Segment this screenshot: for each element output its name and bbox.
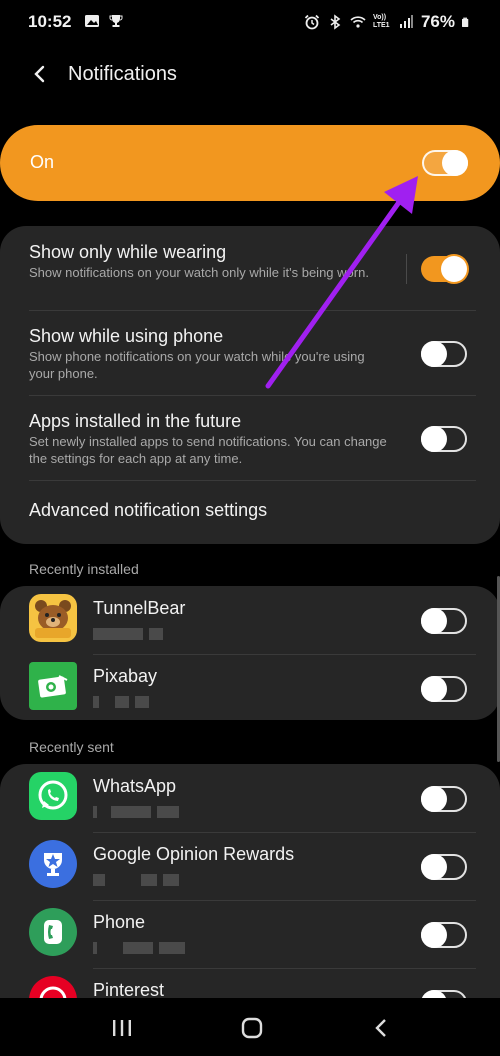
- nav-back-button[interactable]: [368, 1016, 396, 1040]
- redacted-subtext: [93, 942, 203, 956]
- toggle-knob: [421, 676, 447, 702]
- battery-percent: 76%: [420, 12, 455, 31]
- setting-advanced-notifications[interactable]: Advanced notification settings: [0, 481, 500, 544]
- toggle-knob: [421, 426, 447, 452]
- app-row-whatsapp[interactable]: WhatsApp: [0, 764, 500, 832]
- chevron-left-icon: [34, 65, 45, 83]
- status-bar: 10:52 Vo)) LTE1 76%: [0, 0, 500, 46]
- app-name: Pixabay: [93, 666, 158, 686]
- redacted-subtext: [93, 628, 203, 642]
- tunnelbear-icon: [29, 594, 77, 642]
- home-icon: [241, 1017, 263, 1039]
- recently-sent-card: WhatsApp Google Opinion Rewards Phone Pi…: [0, 764, 500, 1004]
- page-title: Notifications: [68, 63, 177, 85]
- recents-button[interactable]: [108, 1016, 136, 1040]
- pixabay-toggle[interactable]: [421, 676, 467, 702]
- setting-apps-installed-future[interactable]: Apps installed in the future Set newly i…: [0, 396, 500, 480]
- toggle-knob: [421, 608, 447, 634]
- toggle-knob: [442, 150, 468, 176]
- wearing-toggle[interactable]: [421, 256, 467, 282]
- app-row-pixabay[interactable]: Pixabay: [0, 654, 500, 722]
- app-row-tunnelbear[interactable]: TunnelBear: [0, 586, 500, 654]
- app-name: Google Opinion Rewards: [93, 844, 295, 864]
- trophy-icon: [109, 15, 123, 27]
- section-label-recently-sent: Recently sent: [29, 739, 114, 755]
- app-name: TunnelBear: [93, 598, 186, 618]
- master-switch-bar[interactable]: On: [0, 125, 500, 201]
- toggle-knob: [421, 341, 447, 367]
- using-phone-toggle[interactable]: [421, 341, 467, 367]
- vertical-divider: [406, 254, 407, 284]
- future-apps-toggle[interactable]: [421, 426, 467, 452]
- master-toggle[interactable]: [422, 150, 468, 176]
- setting-show-while-using-phone[interactable]: Show while using phone Show phone notifi…: [0, 311, 500, 395]
- navigation-bar: [0, 998, 500, 1056]
- phone-icon: [29, 908, 77, 956]
- bluetooth-icon: [330, 14, 341, 30]
- toggle-knob: [421, 786, 447, 812]
- app-name: WhatsApp: [93, 776, 177, 796]
- signal-icon: [399, 15, 413, 28]
- setting-description: Show notifications on your watch only wh…: [29, 265, 369, 280]
- app-name: Phone: [93, 912, 146, 932]
- setting-show-while-wearing[interactable]: Show only while wearing Show notificatio…: [0, 226, 500, 310]
- alarm-icon: [304, 14, 320, 30]
- redacted-subtext: [93, 874, 203, 888]
- setting-title: Show only while wearing: [29, 242, 227, 262]
- battery-icon: [462, 17, 469, 27]
- section-label-recently-installed: Recently installed: [29, 561, 139, 577]
- back-icon: [375, 1019, 386, 1037]
- redacted-subtext: [93, 806, 203, 820]
- header: Notifications: [0, 52, 500, 96]
- setting-title: Advanced notification settings: [29, 500, 268, 520]
- setting-title: Apps installed in the future: [29, 411, 242, 431]
- back-button[interactable]: [26, 60, 54, 88]
- opinion-rewards-toggle[interactable]: [421, 854, 467, 880]
- setting-description: Set newly installed apps to send notific…: [29, 434, 387, 466]
- app-row-phone[interactable]: Phone: [0, 900, 500, 968]
- whatsapp-icon: [29, 772, 77, 820]
- master-switch-label: On: [30, 152, 55, 172]
- opinion-rewards-icon: [29, 840, 77, 888]
- toggle-knob: [441, 256, 467, 282]
- settings-card: Show only while wearing Show notificatio…: [0, 226, 500, 544]
- status-time: 10:52: [28, 12, 72, 31]
- home-button[interactable]: [238, 1016, 266, 1040]
- wifi-icon: [350, 16, 366, 28]
- whatsapp-toggle[interactable]: [421, 786, 467, 812]
- setting-description: Show phone notifications on your watch w…: [29, 349, 365, 381]
- toggle-knob: [421, 854, 447, 880]
- status-right: Vo)) LTE1 76%: [304, 12, 472, 32]
- recently-installed-card: TunnelBear Pixabay: [0, 586, 500, 720]
- gallery-icon: [85, 15, 99, 27]
- status-left-icons: [84, 13, 124, 29]
- app-row-opinion-rewards[interactable]: Google Opinion Rewards: [0, 832, 500, 900]
- phone-toggle[interactable]: [421, 922, 467, 948]
- toggle-knob: [421, 922, 447, 948]
- network-label: Vo)) LTE1: [372, 14, 390, 29]
- setting-title: Show while using phone: [29, 326, 224, 346]
- pixabay-icon: [29, 662, 77, 710]
- recents-icon: [113, 1020, 131, 1036]
- tunnelbear-toggle[interactable]: [421, 608, 467, 634]
- redacted-subtext: [93, 696, 203, 710]
